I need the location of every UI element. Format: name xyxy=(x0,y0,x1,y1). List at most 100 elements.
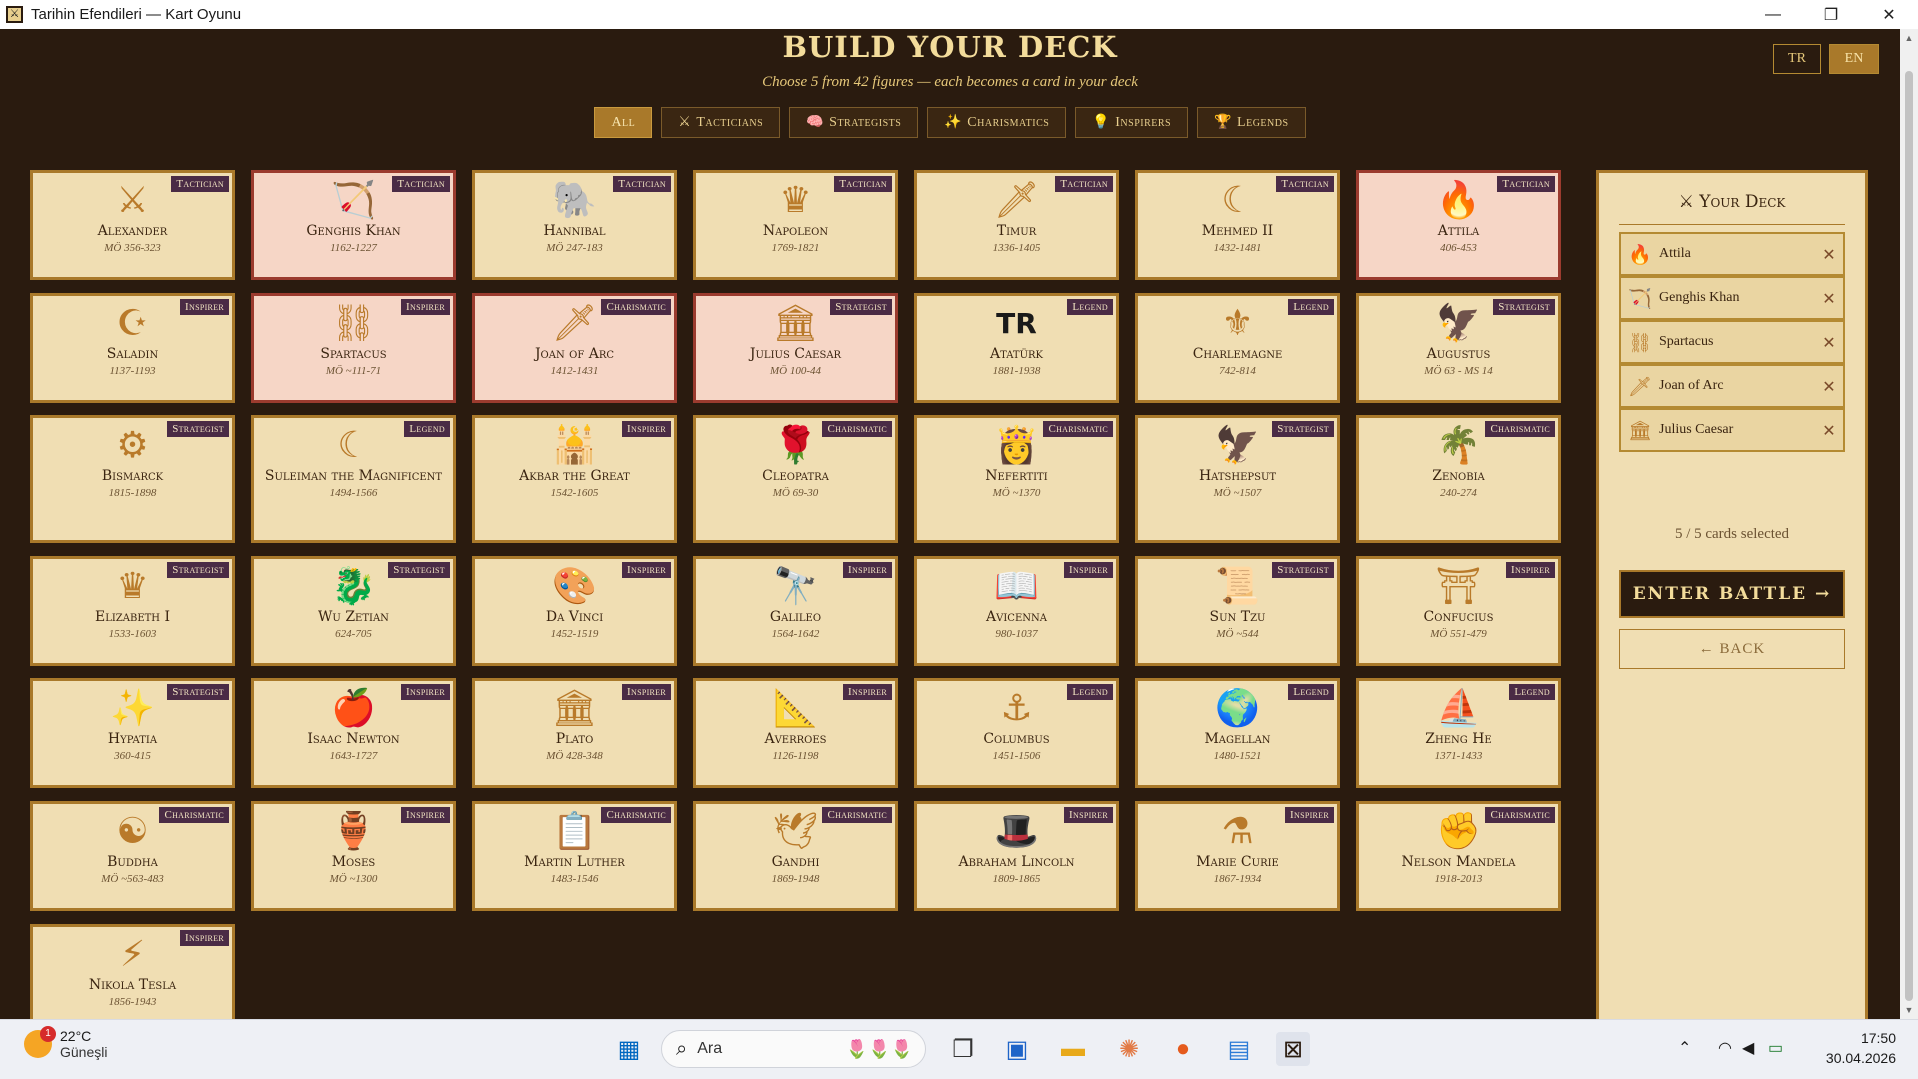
card-galileo[interactable]: Inspirer 🔭 Galileo 1564-1642 xyxy=(693,556,898,666)
scroll-down-arrow[interactable]: ▼ xyxy=(1900,1005,1918,1015)
card-saladin[interactable]: Inspirer ☪ Saladin 1137-1193 xyxy=(30,293,235,403)
class-badge: Inspirer xyxy=(843,562,892,578)
chevron-up-icon[interactable]: ⌃ xyxy=(1678,1038,1691,1058)
card-zenobia[interactable]: Charismatic 🌴 Zenobia 240-274 xyxy=(1356,415,1561,543)
filter-icon: 🧠 xyxy=(806,115,825,130)
firefox-icon[interactable]: ● xyxy=(1166,1032,1200,1066)
notepad-icon[interactable]: ▤ xyxy=(1222,1032,1256,1066)
class-badge: Inspirer xyxy=(1064,807,1113,823)
card-nikola-tesla[interactable]: Inspirer ⚡ Nikola Tesla 1856-1943 xyxy=(30,924,235,1019)
enter-battle-button[interactable]: ENTER BATTLE → xyxy=(1619,570,1845,618)
card-confucius[interactable]: Inspirer ⛩ Confucius MÖ 551-479 xyxy=(1356,556,1561,666)
back-button[interactable]: ← BACK xyxy=(1619,629,1845,669)
figure-dates: 624-705 xyxy=(335,628,372,640)
card-julius-caesar[interactable]: Strategist 🏛 Julius Caesar MÖ 100-44 xyxy=(693,293,898,403)
card-sun-tzu[interactable]: Strategist 📜 Sun Tzu MÖ ~544 xyxy=(1135,556,1340,666)
start-icon[interactable]: ▦ xyxy=(612,1032,646,1066)
deck-title-label: Your Deck xyxy=(1699,192,1786,212)
card-averroes[interactable]: Inspirer 📐 Averroes 1126-1198 xyxy=(693,678,898,788)
figure-name: Abraham Lincoln xyxy=(958,854,1075,870)
slot-icon: 🔥 xyxy=(1628,243,1652,266)
remove-icon[interactable]: ✕ xyxy=(1815,421,1843,440)
filter-legends[interactable]: 🏆 Legends xyxy=(1197,107,1306,138)
class-badge: Strategist xyxy=(1493,299,1555,315)
slot-name: Attila xyxy=(1659,246,1691,261)
folder-icon[interactable]: ▬ xyxy=(1056,1032,1090,1066)
card-martin-luther[interactable]: Charismatic 📋 Martin Luther 1483-1546 xyxy=(472,801,677,911)
card-augustus[interactable]: Strategist 🦅 Augustus MÖ 63 - MS 14 xyxy=(1356,293,1561,403)
deck-slot-attila: 🔥 Attila ✕ xyxy=(1619,232,1845,276)
remove-icon[interactable]: ✕ xyxy=(1815,377,1843,396)
card-nelson-mandela[interactable]: Charismatic ✊ Nelson Mandela 1918-2013 xyxy=(1356,801,1561,911)
card-plato[interactable]: Inspirer 🏛 Plato MÖ 428-348 xyxy=(472,678,677,788)
remove-icon[interactable]: ✕ xyxy=(1815,333,1843,352)
filter-label: Tacticians xyxy=(696,114,764,130)
minimize-button[interactable]: — xyxy=(1744,0,1802,29)
card-joan-of-arc[interactable]: Charismatic 🗡 Joan of Arc 1412-1431 xyxy=(472,293,677,403)
battery-icon[interactable]: ▭ xyxy=(1768,1038,1783,1058)
card-gandhi[interactable]: Charismatic 🕊 Gandhi 1869-1948 xyxy=(693,801,898,911)
card-abraham-lincoln[interactable]: Inspirer 🎩 Abraham Lincoln 1809-1865 xyxy=(914,801,1119,911)
card-bismarck[interactable]: Strategist ⚙ Bismarck 1815-1898 xyxy=(30,415,235,543)
scrollbar-thumb[interactable] xyxy=(1905,71,1913,1001)
card-zheng-he[interactable]: Legend ⛵ Zheng He 1371-1433 xyxy=(1356,678,1561,788)
card-cleopatra[interactable]: Charismatic 🌹 Cleopatra MÖ 69-30 xyxy=(693,415,898,543)
scrollbar[interactable]: ▲ ▼ xyxy=(1900,29,1918,1019)
card-akbar-the-great[interactable]: Inspirer 🕌 Akbar the Great 1542-1605 xyxy=(472,415,677,543)
card-atat-rk[interactable]: Legend TR Atatürk 1881-1938 xyxy=(914,293,1119,403)
remove-icon[interactable]: ✕ xyxy=(1815,245,1843,264)
filter-charismatics[interactable]: ✨ Charismatics xyxy=(927,107,1067,138)
store-icon[interactable]: ▣ xyxy=(1000,1032,1034,1066)
deck-slot-genghis-khan: 🏹 Genghis Khan ✕ xyxy=(1619,276,1845,320)
card-avicenna[interactable]: Inspirer 📖 Avicenna 980-1037 xyxy=(914,556,1119,666)
card-hannibal[interactable]: Tactician 🐘 Hannibal MÖ 247-183 xyxy=(472,170,677,280)
card-alexander[interactable]: Tactician ⚔ Alexander MÖ 356-323 xyxy=(30,170,235,280)
filter-all[interactable]: All xyxy=(594,107,653,138)
card-charlemagne[interactable]: Legend ⚜ Charlemagne 742-814 xyxy=(1135,293,1340,403)
figure-name: Charlemagne xyxy=(1192,346,1283,362)
class-badge: Tactician xyxy=(1497,176,1555,192)
lang-en-button[interactable]: EN xyxy=(1829,44,1879,74)
card-hatshepsut[interactable]: Strategist 🦅 Hatshepsut MÖ ~1507 xyxy=(1135,415,1340,543)
volume-icon[interactable]: ◀ xyxy=(1742,1038,1754,1058)
lang-tr-button[interactable]: TR xyxy=(1773,44,1821,74)
remove-icon[interactable]: ✕ xyxy=(1815,289,1843,308)
card-napoleon[interactable]: Tactician ♛ Napoleon 1769-1821 xyxy=(693,170,898,280)
card-elizabeth-i[interactable]: Strategist ♛ Elizabeth I 1533-1603 xyxy=(30,556,235,666)
filter-strategists[interactable]: 🧠 Strategists xyxy=(789,107,919,138)
figure-name: Wu Zetian xyxy=(318,609,389,625)
card-spartacus[interactable]: Inspirer ⛓ Spartacus MÖ ~111-71 xyxy=(251,293,456,403)
card-genghis-khan[interactable]: Tactician 🏹 Genghis Khan 1162-1227 xyxy=(251,170,456,280)
game-app-icon[interactable]: ⊠ xyxy=(1276,1032,1310,1066)
deck-slot-joan-of-arc: 🗡 Joan of Arc ✕ xyxy=(1619,364,1845,408)
card-timur[interactable]: Tactician 🗡 Timur 1336-1405 xyxy=(914,170,1119,280)
close-window-button[interactable]: ✕ xyxy=(1860,0,1918,29)
figure-dates: MÖ ~1300 xyxy=(329,873,378,885)
figure-dates: 1643-1727 xyxy=(329,750,378,762)
card-moses[interactable]: Inspirer 🏺 Moses MÖ ~1300 xyxy=(251,801,456,911)
scroll-up-arrow[interactable]: ▲ xyxy=(1900,33,1918,43)
sparkle-app-icon[interactable]: ✺ xyxy=(1112,1032,1146,1066)
card-suleiman-the-magnificent[interactable]: Legend ☾ Suleiman the Magnificent 1494-1566 xyxy=(251,415,456,543)
card-da-vinci[interactable]: Inspirer 🎨 Da Vinci 1452-1519 xyxy=(472,556,677,666)
weather-widget[interactable]: 1 22°C Güneşli xyxy=(24,1026,107,1060)
card-magellan[interactable]: Legend 🌍 Magellan 1480-1521 xyxy=(1135,678,1340,788)
filter-tacticians[interactable]: ⚔ Tacticians xyxy=(661,107,781,138)
system-clock[interactable]: 17:50 30.04.2026 xyxy=(1826,1028,1896,1068)
card-hypatia[interactable]: Strategist ✨ Hypatia 360-415 xyxy=(30,678,235,788)
filter-inspirers[interactable]: 💡 Inspirers xyxy=(1075,107,1189,138)
slot-icon: 🗡 xyxy=(1627,375,1653,398)
card-columbus[interactable]: Legend ⚓ Columbus 1451-1506 xyxy=(914,678,1119,788)
maximize-button[interactable]: ❐ xyxy=(1802,0,1860,29)
card-nefertiti[interactable]: Charismatic 👸 Nefertiti MÖ ~1370 xyxy=(914,415,1119,543)
class-badge: Tactician xyxy=(1055,176,1113,192)
taskbar-search[interactable]: ⌕ Ara 🌷🌷🌷 xyxy=(661,1030,926,1068)
task-view-icon[interactable]: ❐ xyxy=(946,1032,980,1066)
card-wu-zetian[interactable]: Strategist 🐉 Wu Zetian 624-705 xyxy=(251,556,456,666)
card-isaac-newton[interactable]: Inspirer 🍎 Isaac Newton 1643-1727 xyxy=(251,678,456,788)
card-mehmed-ii[interactable]: Tactician ☾ Mehmed II 1432-1481 xyxy=(1135,170,1340,280)
wifi-icon[interactable]: ◠ xyxy=(1718,1038,1732,1058)
card-buddha[interactable]: Charismatic ☯ Buddha MÖ ~563-483 xyxy=(30,801,235,911)
card-marie-curie[interactable]: Inspirer ⚗ Marie Curie 1867-1934 xyxy=(1135,801,1340,911)
card-attila[interactable]: Tactician 🔥 Attila 406-453 xyxy=(1356,170,1561,280)
